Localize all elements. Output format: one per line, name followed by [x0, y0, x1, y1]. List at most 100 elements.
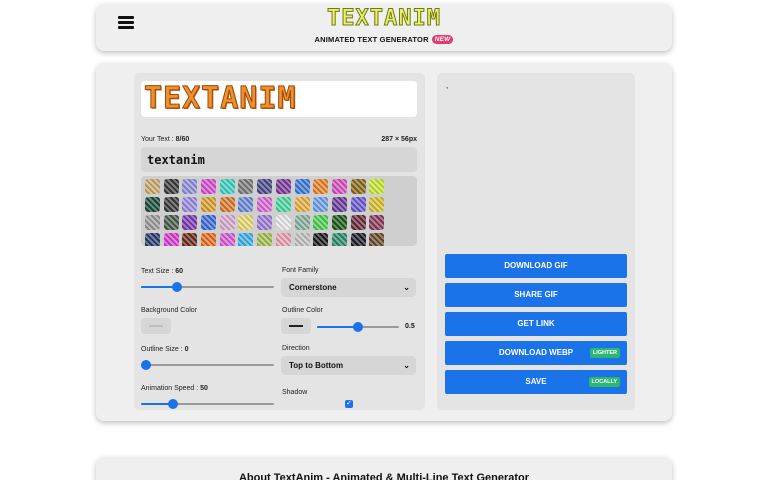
- button-label: SHARE GIF: [514, 290, 558, 299]
- text-size-label: Text Size : 60: [141, 268, 183, 275]
- slider-thumb[interactable]: [353, 322, 363, 332]
- texture-swatch[interactable]: [275, 197, 291, 212]
- texture-swatch[interactable]: [201, 197, 217, 212]
- text-input[interactable]: [141, 147, 417, 172]
- texture-swatch[interactable]: [294, 233, 310, 246]
- get-link-button[interactable]: GET LINK: [445, 312, 627, 336]
- texture-swatch[interactable]: [201, 233, 217, 246]
- texture-swatch[interactable]: [331, 197, 347, 212]
- texture-swatch[interactable]: [257, 233, 273, 246]
- texture-swatch[interactable]: [275, 179, 291, 194]
- texture-swatch[interactable]: [163, 233, 179, 246]
- texture-swatch[interactable]: [275, 233, 291, 246]
- texture-swatch[interactable]: [145, 233, 160, 246]
- button-badge: LOCALLY: [588, 377, 620, 387]
- download-gif-button[interactable]: DOWNLOAD GIF: [445, 254, 627, 278]
- texture-swatch[interactable]: [238, 215, 254, 230]
- save-button[interactable]: SAVE LOCALLY: [445, 370, 627, 394]
- slider-thumb[interactable]: [141, 360, 151, 370]
- texture-swatch[interactable]: [369, 179, 385, 194]
- texture-swatch[interactable]: [331, 215, 347, 230]
- shadow-label: Shadow: [282, 389, 308, 396]
- slider-thumb[interactable]: [167, 399, 178, 409]
- slider-thumb[interactable]: [171, 282, 182, 292]
- texture-swatch[interactable]: [163, 179, 179, 194]
- texture-swatch[interactable]: [201, 179, 217, 194]
- texture-swatch[interactable]: [182, 215, 198, 230]
- texture-swatch[interactable]: [369, 233, 385, 246]
- texture-swatch[interactable]: [331, 233, 347, 246]
- outline-opacity-slider[interactable]: [317, 322, 399, 332]
- texture-swatch[interactable]: [331, 179, 347, 194]
- direction-value: Top to Bottom: [289, 361, 344, 370]
- texture-swatch[interactable]: [182, 197, 198, 212]
- outline-opacity-value: 0.5: [405, 323, 415, 330]
- shadow-checkbox[interactable]: ✓: [345, 400, 353, 408]
- button-label: GET LINK: [517, 319, 555, 328]
- texture-swatch[interactable]: [257, 215, 273, 230]
- texture-swatch[interactable]: [350, 233, 366, 246]
- texture-swatch[interactable]: [313, 179, 329, 194]
- texture-swatch[interactable]: [313, 197, 329, 212]
- animation-speed-slider[interactable]: [141, 399, 274, 409]
- texture-swatch[interactable]: [257, 179, 273, 194]
- header-bar: TEXTANIM ANIMATED TEXT GENERATOR NEW: [96, 4, 672, 51]
- text-size-slider[interactable]: [141, 282, 274, 292]
- animation-speed-value: 50: [200, 385, 208, 392]
- share-gif-button[interactable]: SHARE GIF: [445, 283, 627, 307]
- texture-swatch[interactable]: [163, 215, 179, 230]
- texture-swatch[interactable]: [238, 179, 254, 194]
- your-text-label: Your Text : 8/60: [141, 136, 189, 143]
- texture-swatch[interactable]: [275, 215, 291, 230]
- outline-color-picker[interactable]: [281, 318, 311, 334]
- button-label: DOWNLOAD GIF: [504, 261, 568, 270]
- slider-fill: [317, 326, 358, 328]
- tagline: ANIMATED TEXT GENERATOR NEW: [96, 35, 672, 44]
- texture-swatch[interactable]: [219, 197, 235, 212]
- texture-swatch[interactable]: [219, 215, 235, 230]
- texture-swatch[interactable]: [182, 179, 198, 194]
- texture-swatch[interactable]: [294, 197, 310, 212]
- download-webp-button[interactable]: DOWNLOAD WEBP LIGHTER: [445, 341, 627, 365]
- texture-swatch[interactable]: [163, 197, 179, 212]
- texture-swatch[interactable]: [313, 215, 329, 230]
- texture-swatch[interactable]: [145, 215, 160, 230]
- texture-swatch[interactable]: [369, 215, 385, 230]
- texture-swatch[interactable]: [182, 233, 198, 246]
- texture-palette[interactable]: [141, 176, 417, 246]
- output-placeholder: ,: [446, 81, 449, 90]
- dimensions-value: 287 × 56px: [381, 136, 417, 143]
- texture-swatch[interactable]: [350, 179, 366, 194]
- editor-panel: TEXTANIM Your Text : 8/60 287 × 56px Tex…: [134, 73, 425, 410]
- texture-swatch[interactable]: [219, 179, 235, 194]
- texture-swatch[interactable]: [350, 215, 366, 230]
- outline-size-slider[interactable]: [141, 360, 274, 370]
- texture-swatch[interactable]: [145, 197, 160, 212]
- logo[interactable]: TEXTANIM: [96, 7, 672, 30]
- outline-color-label: Outline Color: [282, 307, 323, 314]
- text-size-label-prefix: Text Size :: [141, 268, 176, 275]
- your-text-label-prefix: Your Text :: [141, 136, 176, 143]
- texture-swatch[interactable]: [201, 215, 217, 230]
- texture-swatch[interactable]: [238, 233, 254, 246]
- new-badge: NEW: [431, 35, 454, 44]
- texture-swatch[interactable]: [369, 197, 385, 212]
- texture-swatch[interactable]: [145, 179, 160, 194]
- texture-swatch[interactable]: [294, 215, 310, 230]
- texture-swatch[interactable]: [219, 233, 235, 246]
- button-badge: LIGHTER: [589, 348, 620, 358]
- direction-select[interactable]: Top to Bottom ⌄: [281, 356, 416, 375]
- chevron-down-icon: ⌄: [403, 283, 410, 292]
- text-size-value: 60: [175, 268, 184, 275]
- texture-swatch[interactable]: [350, 197, 366, 212]
- outline-size-label-prefix: Outline Size :: [141, 346, 185, 353]
- texture-swatch[interactable]: [313, 233, 329, 246]
- outline-color-swatch: [289, 325, 303, 327]
- direction-label: Direction: [282, 345, 310, 352]
- font-family-select[interactable]: Cornerstone ⌄: [281, 278, 416, 297]
- texture-swatch[interactable]: [238, 197, 254, 212]
- background-color-picker[interactable]: [141, 318, 171, 334]
- tagline-text: ANIMATED TEXT GENERATOR: [314, 35, 429, 44]
- texture-swatch[interactable]: [257, 197, 273, 212]
- texture-swatch[interactable]: [294, 179, 310, 194]
